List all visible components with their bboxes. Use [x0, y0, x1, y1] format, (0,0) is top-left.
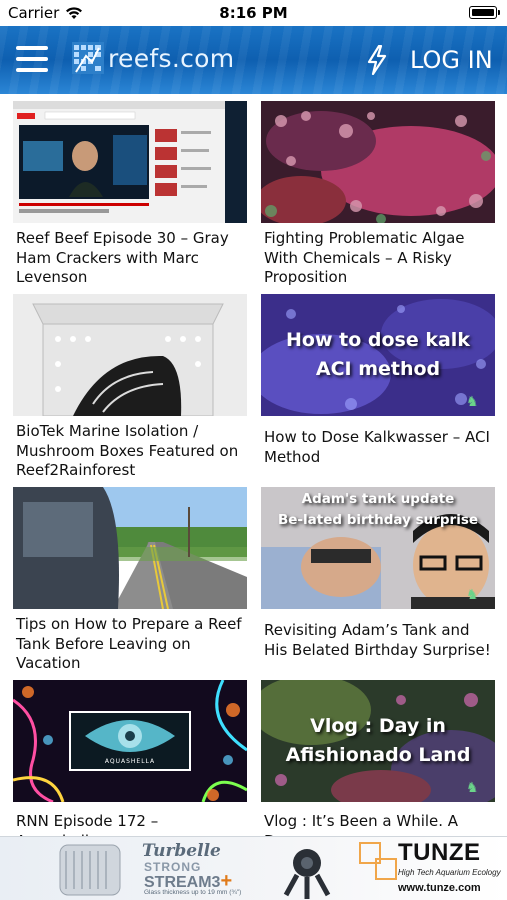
pump-accessory-image [283, 849, 331, 899]
overlay-line-1: How to dose kalk [286, 329, 470, 351]
article-title: Vlog : It’s Been a While. A Day [264, 812, 459, 836]
reefs-logo-mark [72, 42, 104, 74]
overlay-line-2: ACI method [315, 358, 441, 380]
tunze-decoration-icon [359, 842, 397, 880]
article-card[interactable]: Reef Beef Episode 30 – Gray Ham Crackers… [13, 101, 247, 288]
battery-icon [469, 6, 500, 19]
article-title: RNN Episode 172 – Aquashella [16, 812, 159, 836]
ad-tagline: High Tech Aquarium Ecology [398, 868, 501, 877]
logo-text: reefs.com [108, 43, 235, 73]
status-time: 8:16 PM [219, 4, 288, 22]
svg-text:♞: ♞ [466, 587, 479, 603]
article-title: How to Dose Kalkwasser – ACI Method [264, 428, 490, 466]
article-thumbnail [261, 101, 495, 223]
article-grid: Reef Beef Episode 30 – Gray Ham Crackers… [0, 94, 507, 836]
ad-product-brand: Turbelle [142, 841, 221, 861]
article-thumbnail [13, 101, 247, 223]
ad-url: www.tunze.com [398, 882, 481, 894]
article-card[interactable]: Fighting Problematic Algae With Chemical… [261, 101, 495, 288]
article-thumbnail [13, 294, 247, 416]
article-title: Tips on How to Prepare a Reef Tank Befor… [16, 615, 242, 672]
overlay-line-1: Adam's tank update [301, 491, 455, 507]
menu-icon[interactable] [16, 46, 48, 72]
ad-brand-name: TUNZE [398, 839, 481, 866]
article-card[interactable]: ♞ Adam's tank update Be-lated birthday s… [261, 487, 495, 660]
reefs-logo[interactable]: reefs.com [72, 42, 234, 74]
article-title: Reef Beef Episode 30 – Gray Ham Crackers… [16, 229, 229, 286]
thumbnail-overlay-text: How to dose kalk ACI method [261, 326, 495, 384]
thumbnail-overlay-text: Vlog : Day in Afishionado Land [261, 712, 495, 770]
login-button[interactable]: LOG IN [410, 46, 493, 74]
svg-text:♞: ♞ [466, 394, 479, 410]
article-card[interactable]: ♞ How to dose kalk ACI method How to Dos… [261, 294, 495, 467]
lightning-bolt-icon[interactable] [366, 45, 388, 75]
article-thumbnail: ♞ Adam's tank update Be-lated birthday s… [261, 487, 495, 609]
article-card[interactable]: ♞ Vlog : Day in Afishionado Land Vlog : … [261, 680, 495, 836]
article-card[interactable]: BioTek Marine Isolation / Mushroom Boxes… [13, 294, 247, 481]
article-title: Fighting Problematic Algae With Chemical… [264, 229, 465, 286]
article-card[interactable]: Tips on How to Prepare a Reef Tank Befor… [13, 487, 247, 674]
overlay-line-1: Vlog : Day in [310, 715, 446, 737]
overlay-line-2: Be-lated birthday surprise [277, 512, 479, 528]
ad-product-note: Glass thickness up to 19 mm (¾") [144, 889, 242, 896]
article-thumbnail: ♞ Vlog : Day in Afishionado Land [261, 680, 495, 802]
article-thumbnail: ♞ How to dose kalk ACI method [261, 294, 495, 416]
svg-text:♞: ♞ [466, 780, 479, 796]
article-title: Revisiting Adam’s Tank and His Belated B… [264, 621, 491, 659]
status-bar: Carrier 8:16 PM [0, 0, 507, 26]
article-card[interactable]: AQUASHELLA RNN Episode 172 – Aquashella [13, 680, 247, 836]
article-thumbnail [13, 487, 247, 609]
article-thumbnail: AQUASHELLA [13, 680, 247, 802]
article-title: BioTek Marine Isolation / Mushroom Boxes… [16, 422, 239, 479]
thumbnail-overlay-text: Adam's tank update Be-lated birthday sur… [261, 489, 495, 531]
overlay-line-2: Afishionado Land [285, 744, 471, 766]
ad-banner[interactable]: Turbelle STRONG STREAM3 + Glass thicknes… [0, 836, 507, 900]
app-header: reefs.com LOG IN [0, 26, 507, 94]
thumbnail-overlay-logo: AQUASHELLA [104, 758, 156, 765]
